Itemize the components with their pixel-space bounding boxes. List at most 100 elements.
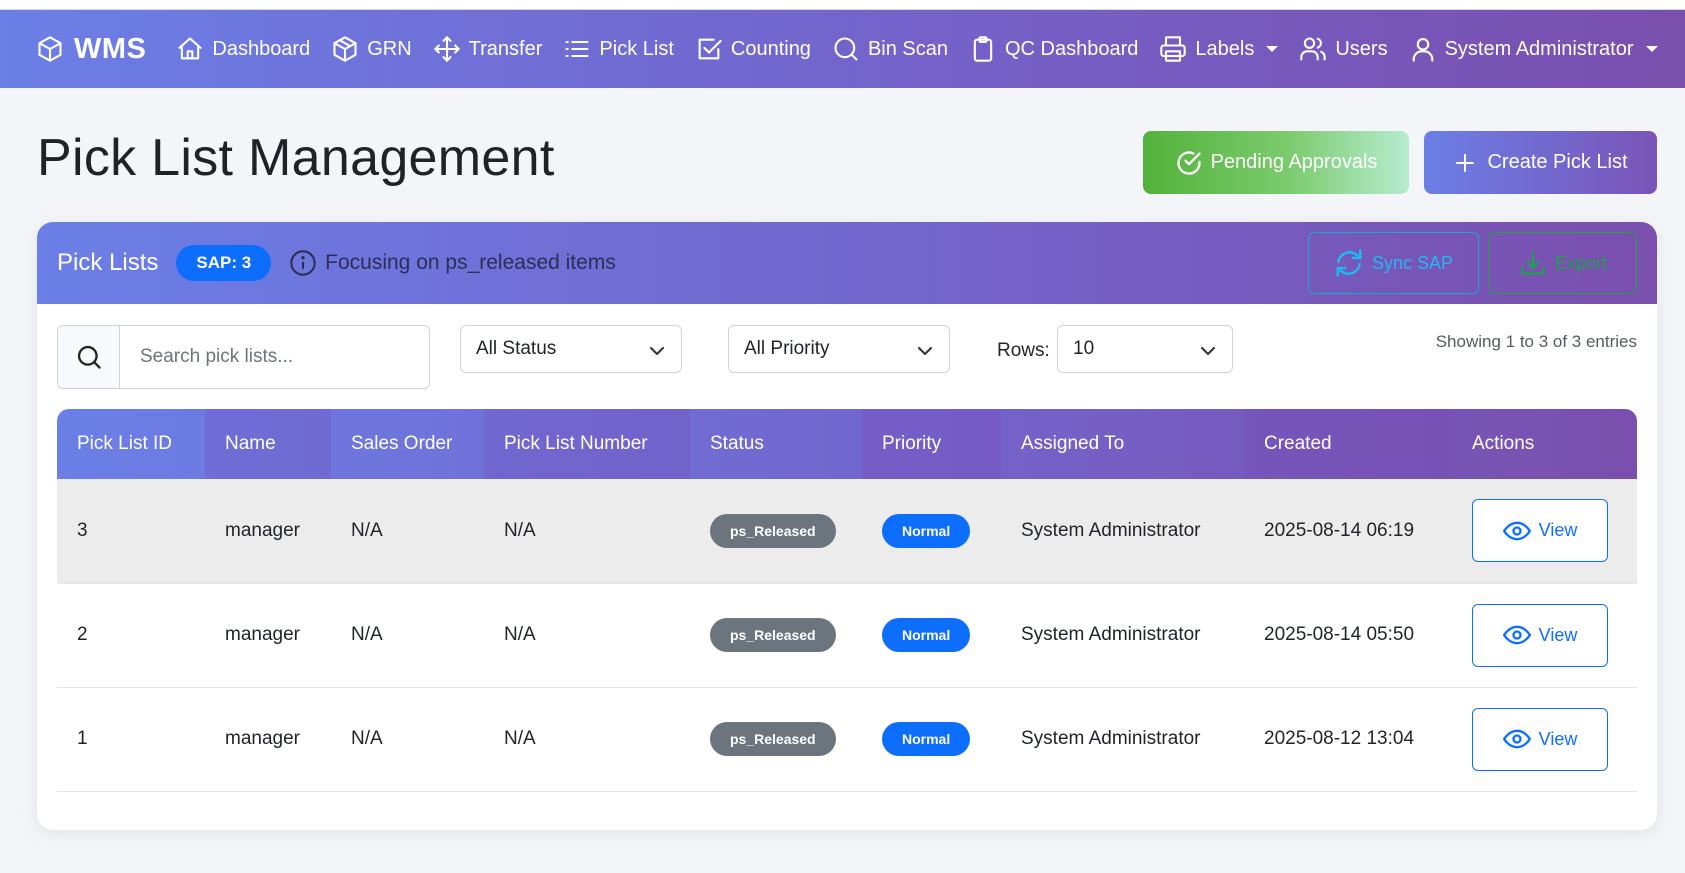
priority-filter-select[interactable]: All Priority [728, 325, 950, 373]
create-pick-list-button[interactable]: Create Pick List [1424, 131, 1657, 194]
table-row[interactable]: 1 manager N/A N/A ps_Released Normal Sys… [57, 687, 1637, 791]
rows-per-page-value: 10 [1073, 338, 1095, 359]
view-label: View [1538, 728, 1578, 749]
cell-assigned-to: System Administrator [1021, 728, 1201, 749]
nav-qc-dashboard[interactable]: QC Dashboard [969, 35, 1138, 63]
list-icon [565, 40, 589, 58]
nav-label: GRN [367, 37, 412, 60]
search-addon [58, 326, 120, 388]
cell-created: 2025-08-12 13:04 [1264, 728, 1415, 749]
cell-id: 2 [77, 624, 88, 645]
column-header-assigned-to[interactable]: Assigned To [1001, 409, 1244, 479]
nav-label: Pick List [599, 37, 674, 60]
cell-pick-list-number: N/A [504, 728, 536, 749]
cell-id: 1 [77, 728, 88, 749]
priority-filter-value: All Priority [744, 338, 830, 359]
table-row[interactable]: 2 manager N/A N/A ps_Released Normal Sys… [57, 583, 1637, 687]
nav-counting[interactable]: Counting [695, 35, 811, 63]
sync-sap-label: Sync SAP [1371, 252, 1454, 273]
focus-info: Focusing on ps_released items [289, 249, 616, 277]
chevron-down-icon [1266, 46, 1279, 52]
create-pick-list-label: Create Pick List [1487, 151, 1628, 173]
search-input[interactable] [120, 326, 429, 388]
browser-top-strip [0, 0, 1685, 10]
nav-user-menu[interactable]: System Administrator [1409, 35, 1658, 63]
check-square-icon [698, 38, 722, 60]
pending-approvals-label: Pending Approvals [1210, 151, 1378, 173]
sync-sap-button[interactable]: Sync SAP [1308, 232, 1479, 294]
top-navbar: WMS Dashboard GRN Transfer Pick List Cou… [0, 10, 1685, 88]
info-icon [290, 250, 316, 276]
priority-badge: Normal [882, 722, 971, 756]
status-badge: ps_Released [710, 618, 836, 652]
export-label: Export [1554, 252, 1608, 273]
move-icon [433, 36, 460, 62]
column-header-priority[interactable]: Priority [862, 409, 1001, 479]
view-label: View [1538, 624, 1578, 645]
table-row[interactable]: 3 manager N/A N/A ps_Released Normal Sys… [57, 479, 1637, 583]
nav-label: System Administrator [1444, 37, 1634, 60]
priority-badge: Normal [882, 618, 971, 652]
nav-label: Dashboard [212, 37, 311, 60]
cell-status: ps_Released [690, 583, 862, 687]
cell-actions: View [1452, 687, 1637, 791]
column-header-status[interactable]: Status [690, 409, 862, 479]
status-filter-select[interactable]: All Status [460, 325, 682, 373]
chevron-down-icon [1645, 46, 1658, 52]
nav-pick-list[interactable]: Pick List [563, 35, 674, 63]
column-header-sales-order[interactable]: Sales Order [331, 409, 484, 479]
cell-sales-order: N/A [351, 624, 383, 645]
cell-actions: View [1452, 583, 1637, 687]
printer-icon [1160, 36, 1187, 62]
view-button[interactable]: View [1472, 707, 1608, 771]
card-title: Pick Lists [57, 249, 159, 276]
brand[interactable]: WMS [36, 33, 146, 66]
cell-sales-order: N/A [351, 728, 383, 749]
cell-priority: Normal [862, 687, 1001, 791]
column-header-name[interactable]: Name [205, 409, 331, 479]
nav-users[interactable]: Users [1299, 35, 1388, 63]
rows-label: Rows: [997, 340, 1050, 361]
nav-dashboard[interactable]: Dashboard [176, 35, 310, 63]
view-button[interactable]: View [1472, 499, 1608, 563]
status-badge: ps_Released [710, 722, 836, 756]
pick-list-table: Pick List ID Name Sales Order Pick List … [57, 409, 1637, 792]
clipboard-icon [973, 36, 993, 62]
cell-created: 2025-08-14 05:50 [1264, 624, 1415, 645]
view-button[interactable]: View [1472, 603, 1608, 667]
chevron-down-icon [1200, 343, 1216, 365]
nav-label: Transfer [468, 37, 543, 60]
export-button[interactable]: Export [1489, 232, 1637, 294]
nav-transfer[interactable]: Transfer [433, 35, 543, 63]
download-icon [1521, 251, 1545, 275]
nav-bin-scan[interactable]: Bin Scan [832, 35, 948, 63]
cell-priority: Normal [862, 583, 1001, 687]
rows-per-page-select[interactable]: 10 [1057, 325, 1233, 373]
entries-info: Showing 1 to 3 of 3 entries [1435, 332, 1637, 351]
sap-count-badge: SAP: 3 [176, 245, 272, 281]
cell-pick-list-number: N/A [504, 624, 536, 645]
cell-assigned-to: System Administrator [1021, 519, 1201, 541]
nav-labels-dropdown[interactable]: Labels [1159, 35, 1279, 63]
column-header-id[interactable]: Pick List ID [57, 409, 205, 479]
view-label: View [1538, 520, 1578, 541]
search-icon [834, 37, 858, 61]
priority-badge: Normal [882, 513, 971, 548]
nav-grn[interactable]: GRN [331, 35, 412, 63]
package-icon [333, 36, 357, 62]
eye-icon [1502, 521, 1531, 541]
pending-approvals-button[interactable]: Pending Approvals [1143, 131, 1409, 194]
users-icon [1300, 37, 1327, 61]
column-header-pick-list-number[interactable]: Pick List Number [484, 409, 690, 479]
chevron-down-icon [649, 343, 665, 365]
cell-assigned-to: System Administrator [1021, 624, 1201, 645]
column-header-created[interactable]: Created [1244, 409, 1452, 479]
search-group [57, 325, 430, 389]
pick-list-table-wrap: Pick List ID Name Sales Order Pick List … [57, 409, 1637, 792]
card-header: Pick Lists SAP: 3 Focusing on ps_release… [37, 222, 1657, 304]
table-header-row: Pick List ID Name Sales Order Pick List … [57, 409, 1637, 479]
refresh-icon [1336, 249, 1362, 277]
check-circle-icon [1176, 150, 1201, 175]
cell-pick-list-number: N/A [504, 519, 536, 541]
cell-name: manager [225, 624, 300, 645]
